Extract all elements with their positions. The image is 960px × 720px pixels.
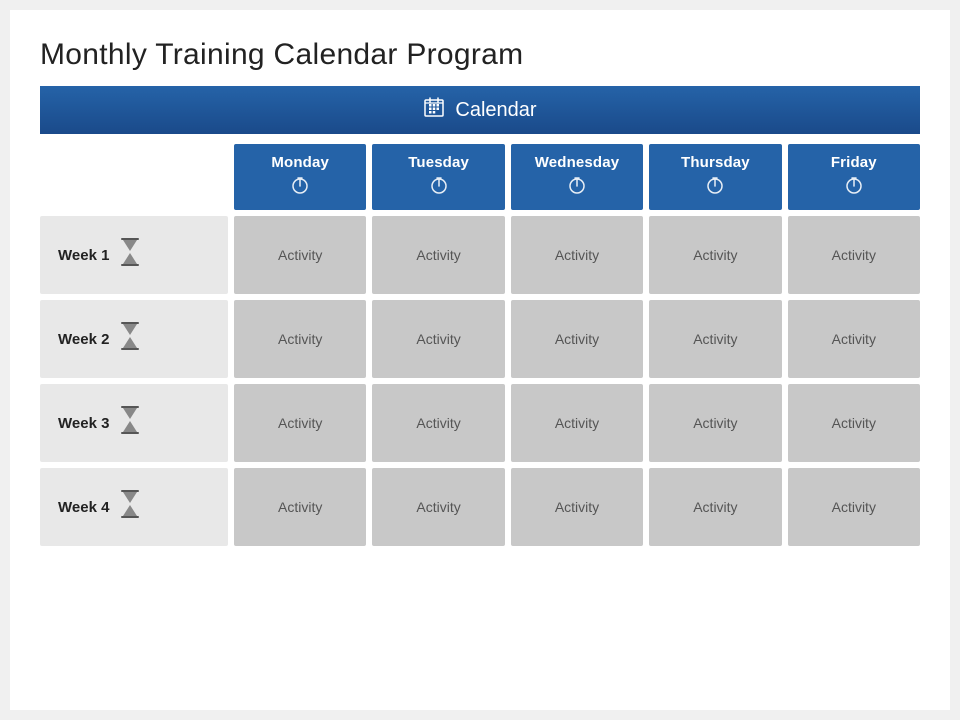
- week-row-week3: Week 3 Activity Activity Activity Activity A…: [40, 384, 920, 462]
- activity-label: Activity: [693, 331, 737, 347]
- activity-label: Activity: [693, 415, 737, 431]
- row-header-week1: Week 1: [40, 216, 228, 294]
- slide-title: Monthly Training Calendar Program: [40, 38, 920, 72]
- activity-cell[interactable]: Activity: [788, 300, 920, 378]
- hourglass-icon-week3: [119, 406, 141, 440]
- stopwatch-icon-wednesday: [567, 175, 587, 200]
- activity-label: Activity: [416, 415, 460, 431]
- activity-cell[interactable]: Activity: [372, 384, 504, 462]
- activity-cell[interactable]: Activity: [511, 216, 643, 294]
- col-header-label-monday: Monday: [271, 154, 329, 171]
- calendar-header: Calendar: [40, 86, 920, 134]
- col-header-label-thursday: Thursday: [681, 154, 750, 171]
- corner-cell: [40, 144, 228, 210]
- activity-label: Activity: [278, 415, 322, 431]
- row-header-week3: Week 3: [40, 384, 228, 462]
- activity-cell[interactable]: Activity: [511, 468, 643, 546]
- activity-label: Activity: [832, 499, 876, 515]
- activity-cell[interactable]: Activity: [788, 216, 920, 294]
- col-header-label-wednesday: Wednesday: [535, 154, 619, 171]
- activity-cell[interactable]: Activity: [234, 468, 366, 546]
- stopwatch-icon-tuesday: [429, 175, 449, 200]
- week-row-week4: Week 4 Activity Activity Activity Activity A…: [40, 468, 920, 546]
- col-header-thursday: Thursday: [649, 144, 781, 210]
- row-label-week2: Week 2: [58, 331, 109, 348]
- hourglass-icon-week2: [119, 322, 141, 356]
- stopwatch-icon-monday: [290, 175, 310, 200]
- col-header-label-friday: Friday: [831, 154, 877, 171]
- activity-cell[interactable]: Activity: [372, 216, 504, 294]
- activity-label: Activity: [416, 331, 460, 347]
- week-row-week1: Week 1 Activity Activity Activity Activity A…: [40, 216, 920, 294]
- activity-label: Activity: [832, 415, 876, 431]
- activity-cell[interactable]: Activity: [234, 216, 366, 294]
- activity-label: Activity: [555, 499, 599, 515]
- row-header-week4: Week 4: [40, 468, 228, 546]
- row-header-week2: Week 2: [40, 300, 228, 378]
- week-row-week2: Week 2 Activity Activity Activity Activity A…: [40, 300, 920, 378]
- activity-cell[interactable]: Activity: [372, 300, 504, 378]
- calendar-body: Monday Tuesday Wednesday Thursday Friday: [40, 144, 920, 690]
- activity-label: Activity: [278, 499, 322, 515]
- activity-cell[interactable]: Activity: [511, 384, 643, 462]
- activity-cell[interactable]: Activity: [234, 384, 366, 462]
- activity-label: Activity: [416, 499, 460, 515]
- activity-cell[interactable]: Activity: [372, 468, 504, 546]
- stopwatch-icon-thursday: [705, 175, 725, 200]
- row-label-week3: Week 3: [58, 415, 109, 432]
- calendar-icon: [423, 96, 445, 124]
- activity-label: Activity: [278, 331, 322, 347]
- row-label-week4: Week 4: [58, 499, 109, 516]
- activity-cell[interactable]: Activity: [788, 384, 920, 462]
- activity-cell[interactable]: Activity: [511, 300, 643, 378]
- activity-cell[interactable]: Activity: [234, 300, 366, 378]
- col-header-friday: Friday: [788, 144, 920, 210]
- activity-cell[interactable]: Activity: [649, 384, 781, 462]
- col-header-tuesday: Tuesday: [372, 144, 504, 210]
- activity-label: Activity: [555, 247, 599, 263]
- activity-label: Activity: [416, 247, 460, 263]
- col-header-monday: Monday: [234, 144, 366, 210]
- activity-cell[interactable]: Activity: [649, 300, 781, 378]
- activity-cell[interactable]: Activity: [649, 468, 781, 546]
- activity-label: Activity: [693, 499, 737, 515]
- slide: Monthly Training Calendar Program Calend…: [10, 10, 950, 710]
- activity-label: Activity: [555, 331, 599, 347]
- activity-label: Activity: [693, 247, 737, 263]
- activity-label: Activity: [832, 331, 876, 347]
- header-row: Monday Tuesday Wednesday Thursday Friday: [40, 144, 920, 210]
- hourglass-icon-week4: [119, 490, 141, 524]
- col-header-label-tuesday: Tuesday: [408, 154, 469, 171]
- activity-cell[interactable]: Activity: [649, 216, 781, 294]
- stopwatch-icon-friday: [844, 175, 864, 200]
- activity-label: Activity: [555, 415, 599, 431]
- row-label-week1: Week 1: [58, 247, 109, 264]
- calendar-label: Calendar: [455, 99, 536, 122]
- col-header-wednesday: Wednesday: [511, 144, 643, 210]
- hourglass-icon-week1: [119, 238, 141, 272]
- activity-cell[interactable]: Activity: [788, 468, 920, 546]
- activity-label: Activity: [278, 247, 322, 263]
- activity-label: Activity: [832, 247, 876, 263]
